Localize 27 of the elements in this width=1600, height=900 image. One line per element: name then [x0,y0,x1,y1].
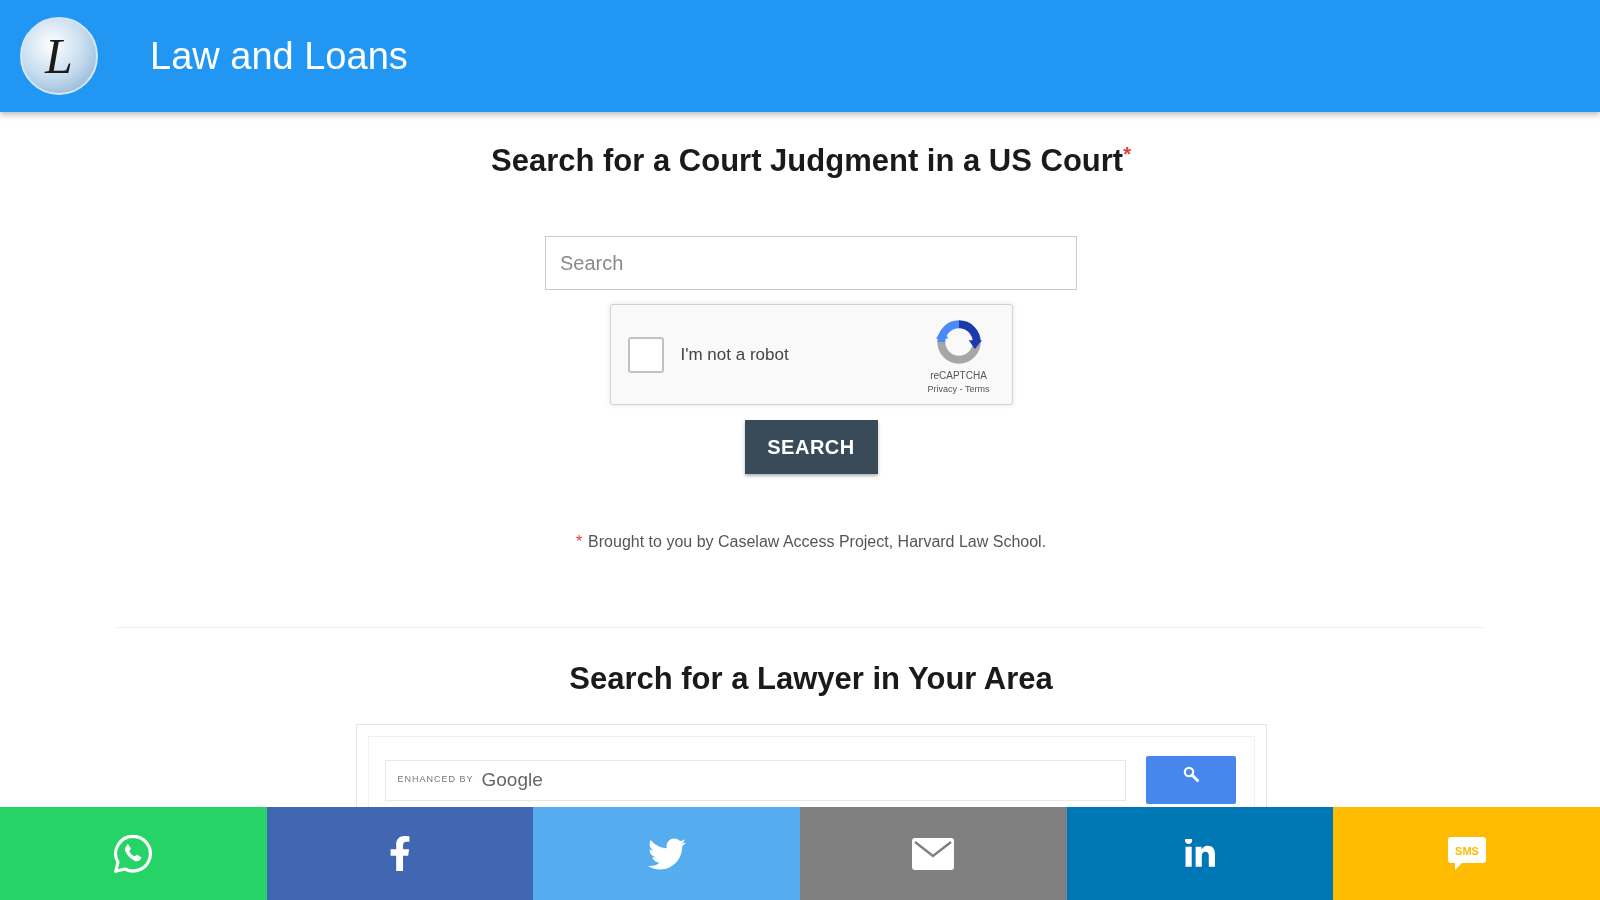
site-search-button[interactable] [1145,756,1236,804]
recaptcha-label: reCAPTCHA [930,368,987,383]
search-button[interactable]: SEARCH [744,420,878,474]
search-field[interactable]: Search [545,236,1077,290]
search-icon [1182,766,1199,782]
privacy-terms-links[interactable]: Privacy - Terms [927,382,990,395]
facebook-icon [389,836,411,871]
section-heading: Search for a Lawyer in Your Area [569,660,1053,698]
google-label: Google [481,767,543,792]
section-heading: Search for a Court Judgment in a US Court$^{*}$ [491,142,1131,180]
share-button[interactable] [533,807,800,900]
footnote-marker: * [575,532,583,552]
app-title: Law and Loans [150,37,408,75]
linkedin-icon [1185,838,1215,869]
twitter-bird-icon [647,836,686,871]
logo: L [20,17,98,95]
share-button[interactable] [800,807,1067,900]
envelope-icon [912,837,955,870]
recaptcha-logo-icon [935,318,982,365]
captcha-checkbox[interactable] [627,336,664,373]
enhanced-by-label: ENHANCED BY [397,773,474,787]
captcha-label: I'm not a robot [680,343,789,366]
site-search-field[interactable]: ENHANCED BY Google [384,759,1126,801]
share-button[interactable] [1066,807,1334,900]
share-button[interactable] [266,807,534,900]
footnote-text: Brought to you by Caselaw Access Project, Harvard Law School. [588,532,1047,552]
sms-bubble-icon: SMS [1446,835,1487,872]
